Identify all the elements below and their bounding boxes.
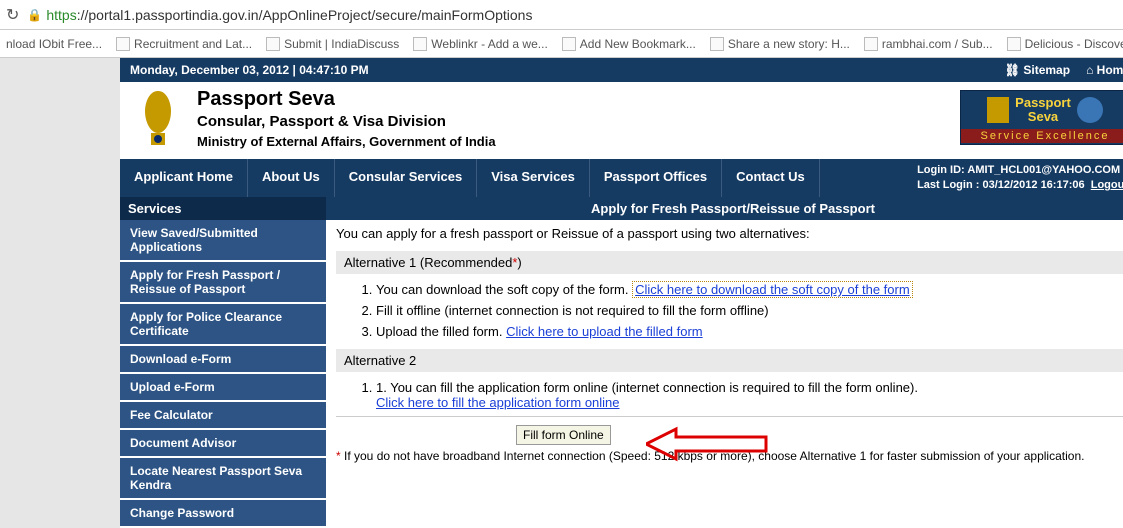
site-header: Passport Seva Consular, Passport & Visa … [120, 82, 1123, 159]
alternative-2-steps: 1. You can fill the application form onl… [376, 380, 1123, 410]
main-panel: Apply for Fresh Passport/Reissue of Pass… [326, 197, 1123, 528]
bookmark-item[interactable]: rambhai.com / Sub... [864, 37, 993, 51]
nav-consular-services[interactable]: Consular Services [335, 159, 477, 197]
sidebar-item-view-applications[interactable]: View Saved/Submitted Applications [120, 220, 326, 262]
top-utility-bar: Monday, December 03, 2012 | 04:47:10 PM … [120, 58, 1123, 82]
url-path: ://portal1.passportindia.gov.in/AppOnlin… [77, 7, 533, 23]
alt2-step-1: 1. You can fill the application form onl… [376, 380, 1123, 410]
sidebar-item-police-clearance[interactable]: Apply for Police Clearance Certificate [120, 304, 326, 346]
bookmark-item[interactable]: Share a new story: H... [710, 37, 850, 51]
page-icon [1007, 37, 1021, 51]
url-bar[interactable]: https://portal1.passportindia.gov.in/App… [46, 7, 532, 23]
page-icon [266, 37, 280, 51]
bookmark-item[interactable]: nload IObit Free... [6, 37, 102, 51]
sidebar-item-change-password[interactable]: Change Password [120, 500, 326, 528]
logout-link[interactable]: Logout [1091, 179, 1123, 191]
sidebar-item-fee-calculator[interactable]: Fee Calculator [120, 402, 326, 430]
alt1-step-1: You can download the soft copy of the fo… [376, 282, 1123, 297]
ministry-label: Ministry of External Affairs, Government… [197, 134, 496, 149]
page-icon [413, 37, 427, 51]
home-link[interactable]: ⌂ Home [1086, 63, 1123, 77]
nav-applicant-home[interactable]: Applicant Home [120, 159, 248, 197]
services-sidebar: Services View Saved/Submitted Applicatio… [120, 197, 326, 528]
badge-tagline: Service Excellence [961, 129, 1123, 143]
sidebar-item-locate-psk[interactable]: Locate Nearest Passport Seva Kendra [120, 458, 326, 500]
fill-online-link[interactable]: Click here to fill the application form … [376, 395, 620, 410]
alt1-step-2: Fill it offline (internet connection is … [376, 303, 1123, 318]
bookmark-item[interactable]: Recruitment and Lat... [116, 37, 252, 51]
sidebar-item-download-eform[interactable]: Download e-Form [120, 346, 326, 374]
browser-toolbar: ↻ 🔒 https://portal1.passportindia.gov.in… [0, 0, 1123, 30]
datetime-label: Monday, December 03, 2012 | 04:47:10 PM [130, 63, 369, 77]
alternative-2-header: Alternative 2 [336, 349, 1123, 372]
national-emblem-icon [130, 86, 185, 151]
passport-seva-badge: PassportSeva Service Excellence [960, 90, 1123, 145]
download-form-link[interactable]: Click here to download the soft copy of … [632, 281, 913, 298]
sitemap-link[interactable]: ⛓ Sitemap [1005, 63, 1070, 77]
sidebar-item-document-advisor[interactable]: Document Advisor [120, 430, 326, 458]
sidebar-header: Services [120, 197, 326, 220]
intro-text: You can apply for a fresh passport or Re… [336, 226, 1123, 241]
emblem-small-icon [987, 97, 1009, 123]
alternative-1-header: Alternative 1 (Recommended*) [336, 251, 1123, 274]
disclaimer-text: * If you do not have broadband Internet … [336, 449, 1123, 463]
page: Monday, December 03, 2012 | 04:47:10 PM … [120, 58, 1123, 528]
main-nav: Applicant Home About Us Consular Service… [120, 159, 1123, 197]
nav-passport-offices[interactable]: Passport Offices [590, 159, 722, 197]
reload-icon[interactable]: ↻ [6, 5, 19, 25]
page-icon [562, 37, 576, 51]
content-area: Services View Saved/Submitted Applicatio… [120, 197, 1123, 528]
nav-about-us[interactable]: About Us [248, 159, 335, 197]
bookmark-item[interactable]: Add New Bookmark... [562, 37, 696, 51]
alternative-1-steps: You can download the soft copy of the fo… [376, 282, 1123, 339]
site-subtitle: Consular, Passport & Visa Division [197, 113, 496, 130]
bookmarks-bar: nload IObit Free... Recruitment and Lat.… [0, 30, 1123, 58]
main-panel-title: Apply for Fresh Passport/Reissue of Pass… [326, 197, 1123, 220]
bookmark-item[interactable]: Submit | IndiaDiscuss [266, 37, 399, 51]
bookmark-item[interactable]: Weblinkr - Add a we... [413, 37, 548, 51]
sidebar-item-apply-fresh[interactable]: Apply for Fresh Passport / Reissue of Pa… [120, 262, 326, 304]
sidebar-item-upload-eform[interactable]: Upload e-Form [120, 374, 326, 402]
page-icon [116, 37, 130, 51]
page-icon [864, 37, 878, 51]
nav-contact-us[interactable]: Contact Us [722, 159, 820, 197]
bookmark-item[interactable]: Delicious - Discover [1007, 37, 1123, 51]
nav-visa-services[interactable]: Visa Services [477, 159, 590, 197]
url-scheme: https [46, 7, 76, 23]
page-icon [710, 37, 724, 51]
site-title: Passport Seva [197, 88, 496, 111]
globe-icon [1077, 97, 1103, 123]
lock-icon: 🔒 [27, 8, 42, 22]
tooltip: Fill form Online [516, 425, 611, 445]
alt1-step-3: Upload the filled form. Click here to up… [376, 324, 1123, 339]
login-info: Login ID: AMIT_HCL001@YAHOO.COM Last Log… [905, 159, 1123, 197]
upload-form-link[interactable]: Click here to upload the filled form [506, 324, 703, 339]
